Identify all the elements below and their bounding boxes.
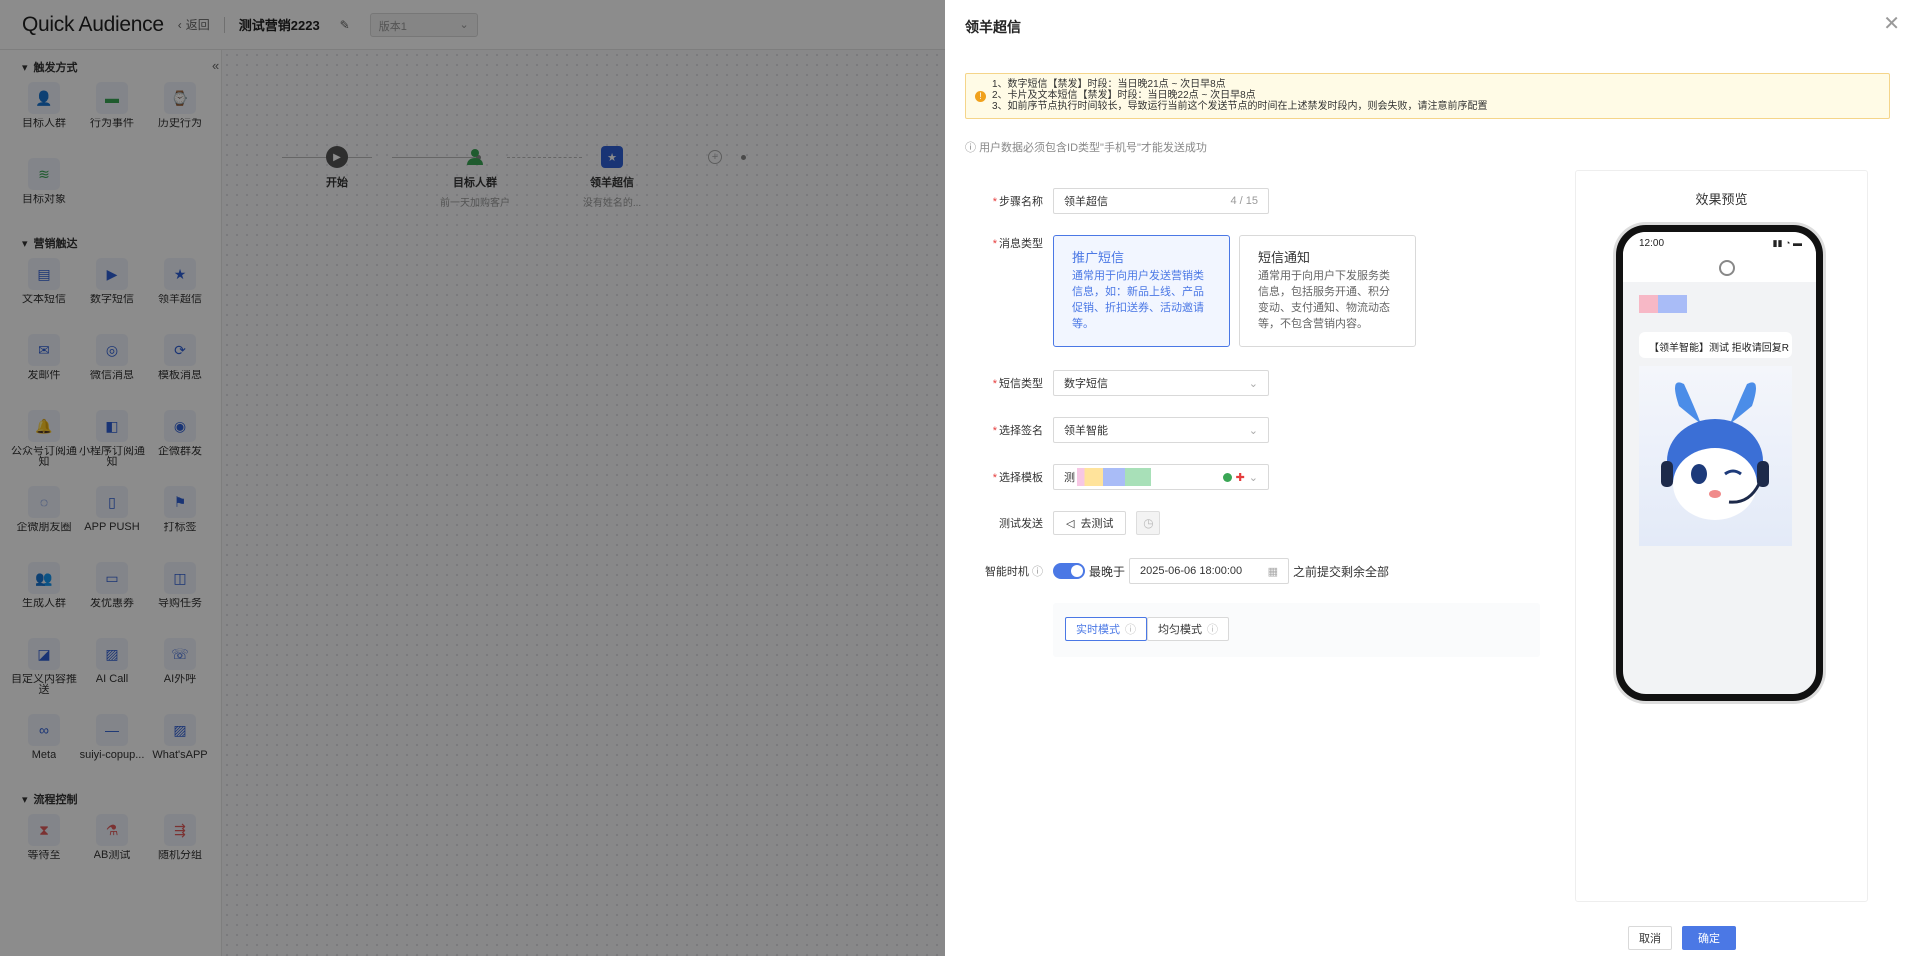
select-value: 测	[1064, 472, 1075, 484]
preview-title: 效果预览	[1695, 192, 1748, 207]
test-row: 测试发送 ◁ 去测试 ◷	[965, 511, 1161, 535]
template-row: * 选择模板 测 ✚ ⌄	[965, 464, 1269, 490]
smart-suffix: 之前提交剩余全部	[1293, 564, 1390, 579]
sms-type-select[interactable]: 数字短信 ⌄	[1053, 370, 1269, 396]
avatar-icon	[1719, 260, 1735, 276]
card-title: 短信通知	[1258, 250, 1311, 265]
select-value: 领羊智能	[1064, 425, 1108, 437]
warning-line: 3、如前序节点执行时间较长，导致运行当前这个发送节点的时间在上述禁发时段内，则会…	[992, 101, 1488, 112]
phone-time: 12:00	[1639, 238, 1665, 249]
smart-timing-row: 智能时机 ⓘ 最晚于 2025-06-06 18:00:00 ▦ 之前提交剩余全…	[965, 558, 1389, 584]
config-form: * 步骤名称 领羊超信 4 / 15 * 消息类型 推广短信 通常用于向用户发送营销…	[965, 170, 1540, 920]
warning-line: 2、卡片及文本短信【禁发】时段：当日晚22点 ~ 次日早8点	[992, 90, 1256, 101]
signal-icon: ▮▮ ◔ ▬	[1772, 238, 1802, 248]
message-bubble: 【领羊智能】测试 拒收请回复R	[1639, 332, 1792, 358]
send-icon: ◁	[1066, 517, 1075, 530]
card-title: 推广短信	[1072, 250, 1125, 265]
info-icon: ⓘ	[1207, 624, 1218, 636]
smart-prefix: 最晚于	[1089, 564, 1126, 579]
field-label: * 选择模板	[992, 472, 1043, 484]
char-count: 4 / 15	[1230, 195, 1258, 207]
field-label: * 选择签名	[992, 425, 1043, 437]
chevron-down-icon: ⌄	[1248, 377, 1258, 390]
phone-mockup: 12:00 ▮▮ ◔ ▬ 【领羊智能】测试 拒收请回复R	[1616, 225, 1823, 701]
mode-box: 实时模式 ⓘ 均匀模式 ⓘ	[1053, 603, 1540, 657]
info-icon: ⓘ	[1028, 566, 1043, 578]
mode-label: 均匀模式	[1158, 624, 1202, 636]
smart-timing-toggle[interactable]	[1053, 563, 1085, 579]
field-label: * 消息类型	[992, 238, 1043, 250]
even-mode-button[interactable]: 均匀模式 ⓘ	[1147, 617, 1229, 641]
redacted-block	[1077, 468, 1151, 486]
template-select[interactable]: 测 ✚ ⌄	[1053, 464, 1269, 490]
step-name-row: * 步骤名称 领羊超信 4 / 15	[965, 188, 1269, 214]
field-label: * 步骤名称	[992, 196, 1043, 208]
sign-row: * 选择签名 领羊智能 ⌄	[965, 417, 1269, 443]
preview-panel: 效果预览 12:00 ▮▮ ◔ ▬ 【领羊智能】测试 拒收请回复R	[1575, 170, 1868, 902]
test-send-button[interactable]: ◁ 去测试	[1053, 511, 1127, 535]
realtime-mode-button[interactable]: 实时模式 ⓘ	[1065, 617, 1147, 641]
warning-alert: ! 1、数字短信【禁发】时段：当日晚21点 ~ 次日早8点 2、卡片及文本短信【…	[965, 73, 1890, 119]
mascot-image	[1639, 366, 1792, 546]
history-icon[interactable]: ◷	[1136, 511, 1161, 535]
plugin-icon: ✚	[1235, 471, 1245, 484]
phone-status-bar: 12:00 ▮▮ ◔ ▬	[1623, 232, 1816, 282]
chevron-down-icon: ⌄	[1248, 471, 1258, 484]
chevron-down-icon: ⌄	[1248, 424, 1258, 437]
sms-type-row: * 短信类型 数字短信 ⌄	[965, 370, 1269, 396]
config-drawer: 领羊超信 ✕ ! 1、数字短信【禁发】时段：当日晚21点 ~ 次日早8点 2、卡…	[945, 0, 1918, 956]
redacted-block	[1639, 295, 1687, 313]
info-note: ⓘ 用户数据必须包含ID类型"手机号"才能发送成功	[965, 139, 1207, 155]
mode-label: 实时模式	[1076, 624, 1120, 636]
modal-overlay[interactable]	[0, 0, 945, 956]
info-icon: ⓘ	[965, 142, 980, 154]
field-label: 智能时机 ⓘ	[984, 566, 1043, 578]
confirm-button[interactable]: 确定	[1682, 926, 1736, 950]
calendar-icon: ▦	[1267, 565, 1279, 578]
drawer-title: 领羊超信	[965, 19, 1021, 35]
field-label: 测试发送	[999, 518, 1043, 530]
msg-type-notice-card[interactable]: 短信通知 通常用于向用户下发服务类信息，包括服务开通、积分变动、支付通知、物流动…	[1239, 235, 1416, 347]
step-name-input[interactable]: 领羊超信 4 / 15	[1053, 188, 1269, 214]
select-value: 数字短信	[1064, 378, 1108, 390]
datetime-picker[interactable]: 2025-06-06 18:00:00 ▦	[1129, 558, 1290, 584]
warning-line: 1、数字短信【禁发】时段：当日晚21点 ~ 次日早8点	[992, 79, 1226, 90]
status-dot-icon	[1222, 472, 1232, 482]
field-label: * 短信类型	[992, 378, 1043, 390]
msg-type-promo-card[interactable]: 推广短信 通常用于向用户发送营销类信息，如：新品上线、产品促销、折扣送券、活动邀…	[1053, 235, 1230, 347]
warning-icon: !	[975, 91, 986, 102]
input-value: 领羊超信	[1064, 196, 1108, 208]
app-root: Quick Audience ‹ 返回 测试营销2223 ✎ 版本1 ⌄ « ▾…	[0, 0, 1918, 956]
info-note-text: 用户数据必须包含ID类型"手机号"才能发送成功	[979, 142, 1207, 154]
button-label: 去测试	[1080, 518, 1114, 530]
datetime-value: 2025-06-06 18:00:00	[1140, 565, 1243, 577]
info-icon: ⓘ	[1125, 624, 1136, 636]
sign-select[interactable]: 领羊智能 ⌄	[1053, 417, 1269, 443]
card-desc: 通常用于向用户发送营销类信息，如：新品上线、产品促销、折扣送券、活动邀请等。	[1072, 270, 1204, 330]
card-desc: 通常用于向用户下发服务类信息，包括服务开通、积分变动、支付通知、物流动态等，不包…	[1258, 270, 1390, 330]
close-icon[interactable]: ✕	[1883, 14, 1900, 34]
mascot-illustration	[1661, 382, 1769, 520]
msg-type-row: * 消息类型	[965, 235, 1053, 251]
cancel-button[interactable]: 取消	[1628, 926, 1672, 950]
